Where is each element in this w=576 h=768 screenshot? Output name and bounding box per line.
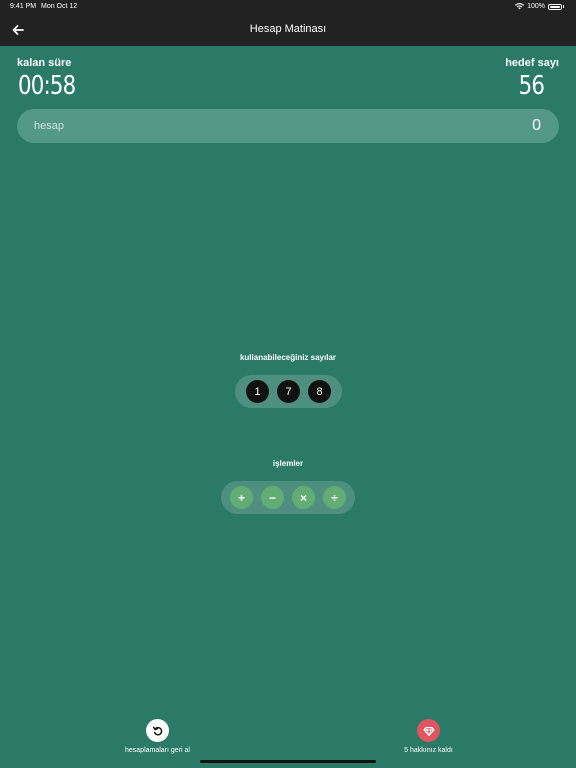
calculation-placeholder: hesap	[34, 120, 64, 132]
navigation-bar: Hesap Matinası	[0, 14, 576, 46]
timer-label: kalan süre	[17, 57, 72, 69]
lives-label: 5 hakkınız kaldı	[404, 747, 453, 754]
number-button-1[interactable]: 1	[246, 380, 269, 403]
wifi-icon	[515, 3, 525, 10]
battery-percent: 100%	[527, 3, 545, 10]
number-button-7[interactable]: 7	[277, 380, 300, 403]
home-indicator	[200, 760, 376, 763]
number-button-8[interactable]: 8	[308, 380, 331, 403]
calculation-field[interactable]: hesap 0	[17, 109, 559, 143]
status-time: 9:41 PM	[10, 3, 37, 10]
undo-icon	[146, 719, 169, 742]
operations-group: + − × ÷	[221, 481, 355, 514]
status-right: 100%	[515, 3, 564, 10]
status-bar: 9:41 PM Mon Oct 12 100%	[0, 0, 576, 14]
diamond-icon	[417, 719, 440, 742]
battery-icon	[548, 3, 562, 10]
calculation-result: 0	[532, 117, 541, 134]
plus-button[interactable]: +	[230, 486, 253, 509]
status-date: Mon Oct 12	[41, 3, 78, 10]
lives-button[interactable]: 5 hakkınız kaldı	[371, 719, 486, 754]
multiply-button[interactable]: ×	[292, 486, 315, 509]
numbers-group: 1 7 8	[235, 375, 342, 408]
target-label: hedef sayı	[505, 57, 559, 69]
undo-label: hesaplamaları geri al	[125, 747, 190, 754]
undo-button[interactable]: hesaplamaları geri al	[100, 719, 215, 754]
battery-tip	[563, 5, 564, 8]
operations-label: işlemler	[272, 459, 304, 468]
target-value: 56	[518, 71, 545, 101]
timer-value: 00:58	[18, 71, 76, 101]
divide-button[interactable]: ÷	[323, 486, 346, 509]
page-title: Hesap Matinası	[249, 23, 327, 35]
minus-button[interactable]: −	[261, 486, 284, 509]
numbers-label: kullanabileceğiniz sayılar	[239, 353, 337, 362]
